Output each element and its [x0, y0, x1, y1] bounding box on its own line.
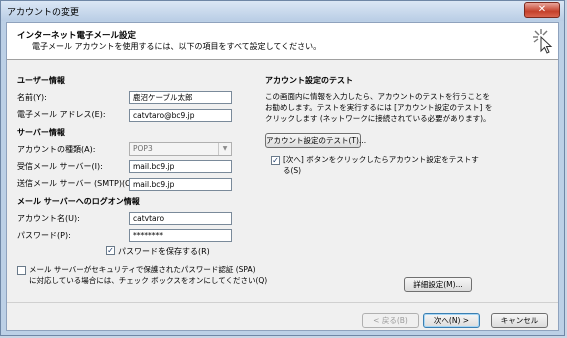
server-info-heading: サーバー情報: [17, 128, 65, 137]
account-type-label: アカウントの種類(A):: [17, 145, 96, 154]
outgoing-server-label: 送信メール サーバー (SMTP)(O):: [17, 179, 138, 188]
test-account-settings-button[interactable]: アカウント設定のテスト(T)...: [265, 133, 366, 148]
dialog-client: インターネット電子メール設定 電子メール アカウントを使用するには、以下の項目を…: [6, 22, 559, 331]
header-title: インターネット電子メール設定: [17, 31, 137, 41]
login-info-heading: メール サーバーへのログオン情報: [17, 197, 140, 206]
test-desc-line2: お勧めします。テストを実行するには [アカウント設定のテスト] を: [265, 103, 493, 112]
footer-divider: [7, 302, 558, 303]
name-input[interactable]: 鹿沼ケーブル太郎: [129, 91, 232, 104]
spa-label-line1: メール サーバーがセキュリティで保護されたパスワード認証 (SPA): [29, 265, 256, 274]
header-subtitle: 電子メール アカウントを使用するには、以下の項目をすべて設定してください。: [32, 42, 322, 51]
close-button[interactable]: ✕: [524, 2, 560, 18]
account-test-description: この画面内に情報を入力したら、アカウントのテストを行うことを お勧めします。テス…: [265, 91, 492, 124]
outgoing-server-input[interactable]: mail.bc9.jp: [129, 178, 232, 191]
email-label: 電子メール アドレス(E):: [17, 110, 106, 119]
test-desc-line3: クリックします (ネットワークに接続されている必要があります)。: [265, 114, 491, 123]
chevron-down-icon: ▼: [218, 143, 231, 155]
account-type-select: POP3 ▼: [129, 142, 232, 156]
test-on-next-checkbox[interactable]: ✓: [271, 156, 280, 165]
name-label: 名前(Y):: [17, 93, 47, 102]
spa-checkbox[interactable]: [17, 266, 26, 275]
account-settings-window: アカウントの変更 ✕ インターネット電子メール設定 電子メール アカウントを使用…: [0, 0, 565, 336]
account-name-input[interactable]: catvtaro: [129, 212, 232, 225]
remember-password-label[interactable]: パスワードを保存する(R): [118, 246, 210, 257]
account-name-label: アカウント名(U):: [17, 214, 80, 223]
account-type-value: POP3: [133, 144, 153, 153]
back-button[interactable]: < 戻る(B): [362, 313, 419, 328]
close-icon: ✕: [537, 4, 547, 15]
checkmark-icon: ✓: [107, 246, 114, 255]
spa-label-line2: に対応している場合には、チェック ボックスをオンにしてください(Q): [29, 276, 268, 285]
next-button[interactable]: 次へ(N) >: [423, 313, 480, 328]
account-test-heading: アカウント設定のテスト: [265, 76, 353, 85]
checkmark-icon: ✓: [272, 156, 279, 165]
email-input[interactable]: catvtaro@bc9.jp: [129, 109, 232, 122]
test-on-next-label[interactable]: [次へ] ボタンをクリックしたらアカウント設定をテストす る(S): [283, 154, 479, 176]
password-label: パスワード(P):: [17, 231, 71, 240]
spa-label[interactable]: メール サーバーがセキュリティで保護されたパスワード認証 (SPA) に対応して…: [29, 264, 267, 286]
incoming-server-label: 受信メール サーバー(I):: [17, 162, 103, 171]
window-title: アカウントの変更: [7, 8, 80, 18]
test-desc-line1: この画面内に情報を入力したら、アカウントのテストを行うことを: [265, 92, 490, 101]
test-on-next-line2: る(S): [283, 166, 302, 175]
user-info-heading: ユーザー情報: [17, 76, 65, 85]
cursor-click-icon: [533, 29, 553, 54]
title-bar[interactable]: アカウントの変更 ✕: [1, 1, 564, 21]
password-input[interactable]: ********: [129, 229, 232, 242]
dialog-header: インターネット電子メール設定 電子メール アカウントを使用するには、以下の項目を…: [7, 23, 558, 60]
cancel-button[interactable]: キャンセル: [491, 313, 548, 328]
remember-password-checkbox[interactable]: ✓: [106, 246, 115, 255]
test-on-next-line1: [次へ] ボタンをクリックしたらアカウント設定をテストす: [283, 155, 479, 164]
advanced-settings-button[interactable]: 詳細設定(M)...: [404, 277, 472, 292]
incoming-server-input[interactable]: mail.bc9.jp: [129, 160, 232, 173]
